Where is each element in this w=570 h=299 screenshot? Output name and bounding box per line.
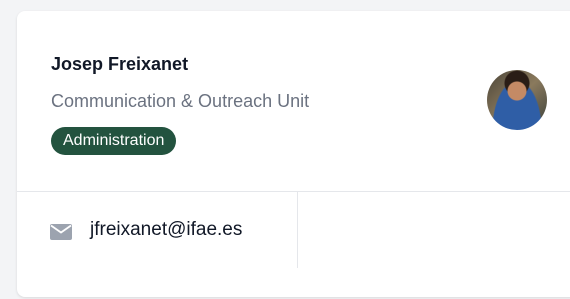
email-link[interactable]: jfreixanet@ifae.es	[17, 192, 298, 268]
person-unit: Communication & Outreach Unit	[51, 91, 310, 111]
person-card: Josep Freixanet Communication & Outreach…	[17, 11, 570, 297]
person-card-footer: jfreixanet@ifae.es	[17, 192, 570, 297]
role-badge: Administration	[51, 127, 177, 155]
person-card-header: Josep Freixanet Communication & Outreach…	[17, 11, 570, 191]
person-name: Josep Freixanet	[51, 54, 189, 74]
mail-icon	[50, 224, 72, 240]
avatar	[487, 70, 547, 130]
email-address[interactable]: jfreixanet@ifae.es	[90, 219, 242, 241]
